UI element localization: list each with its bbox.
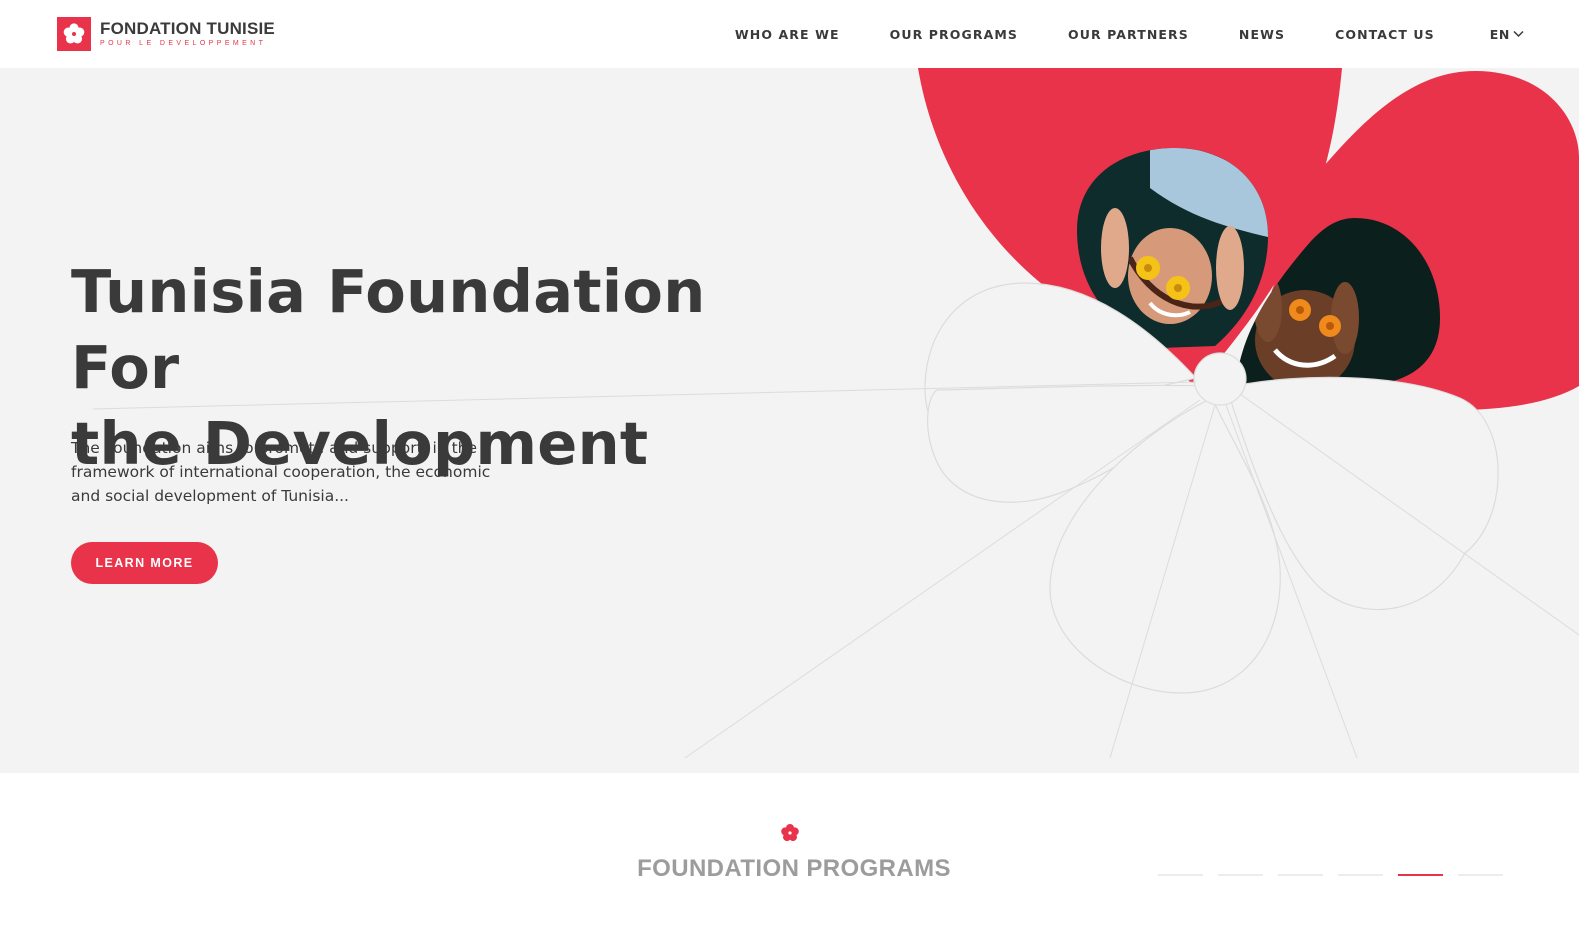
main-nav: WHO ARE WE OUR PROGRAMS OUR PARTNERS NEW… [685,0,1524,68]
language-label: EN [1489,26,1510,42]
chevron-down-icon [1513,30,1524,38]
language-selector[interactable]: EN [1490,27,1524,42]
brand-name: FONDATION TUNISIE [100,19,275,38]
nav-item-news[interactable]: NEWS [1239,27,1285,42]
nav-item-contact-us[interactable]: CONTACT US [1335,27,1435,42]
programs-slider-pagination [1158,874,1503,876]
slider-dot-4[interactable] [1338,874,1383,876]
brand-tagline: POUR LE DEVELOPPEMENT [100,40,267,47]
hero-description: The Foundation aims to promote and suppo… [71,439,491,505]
slider-dot-3[interactable] [1278,874,1323,876]
slider-dot-1[interactable] [1158,874,1203,876]
logo-text: FONDATION TUNISIE POUR LE DEVELOPPEMENT [100,20,275,48]
site-header: FONDATION TUNISIE POUR LE DEVELOPPEMENT … [0,0,1579,68]
slider-dot-5-active[interactable] [1398,874,1443,876]
nav-item-our-partners[interactable]: OUR PARTNERS [1068,27,1189,42]
flower-center [1193,352,1247,406]
flower-icon [57,17,91,51]
site-logo[interactable]: FONDATION TUNISIE POUR LE DEVELOPPEMENT [57,17,275,51]
hero-title-line-1: Tunisia Foundation For [71,257,706,402]
hero-section: Tunisia Foundation For the Development T… [0,68,1579,773]
slider-dot-2[interactable] [1218,874,1263,876]
learn-more-button[interactable]: LEARN MORE [71,542,218,584]
slider-dot-6[interactable] [1458,874,1503,876]
nav-item-who-are-we[interactable]: WHO ARE WE [735,27,840,42]
nav-item-our-programs[interactable]: OUR PROGRAMS [890,27,1018,42]
programs-section: FOUNDATION PROGRAMS [0,773,1579,947]
programs-title: FOUNDATION PROGRAMS [637,855,951,882]
flower-icon [781,824,799,842]
